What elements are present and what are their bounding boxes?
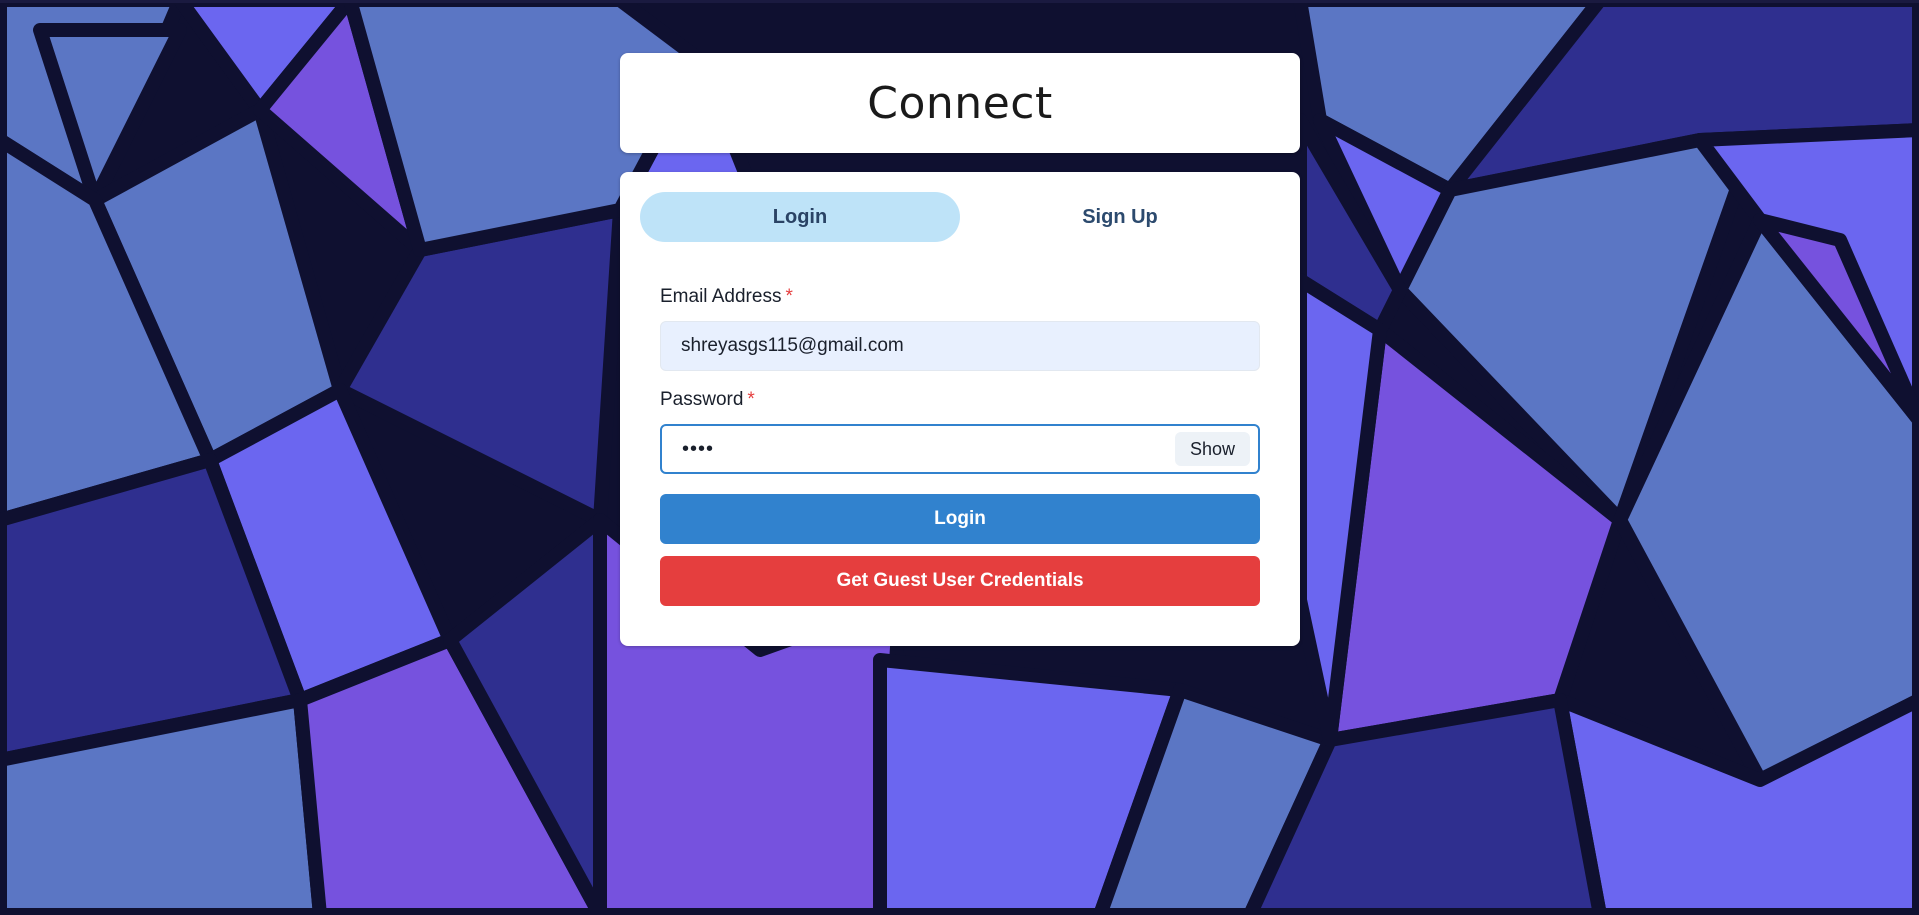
password-value: ••••	[682, 437, 715, 460]
email-label: Email Address *	[660, 286, 1260, 308]
email-label-text: Email Address	[660, 286, 782, 307]
password-label: Password *	[660, 389, 1260, 411]
auth-tabs: Login Sign Up	[640, 192, 1280, 242]
password-field[interactable]: •••• Show	[660, 424, 1260, 474]
required-marker: *	[747, 389, 755, 410]
guest-credentials-button[interactable]: Get Guest User Credentials	[660, 556, 1260, 606]
header-card: Connect	[620, 53, 1300, 153]
login-container: Connect Login Sign Up Email Address * shr…	[620, 53, 1300, 646]
auth-card: Login Sign Up Email Address * shreyasgs11…	[620, 172, 1300, 646]
tab-login[interactable]: Login	[640, 192, 960, 242]
required-marker: *	[785, 286, 793, 307]
tab-sign-up[interactable]: Sign Up	[960, 192, 1280, 242]
password-label-text: Password	[660, 389, 744, 410]
login-button[interactable]: Login	[660, 494, 1260, 544]
email-field[interactable]: shreyasgs115@gmail.com	[660, 321, 1260, 371]
app-title: Connect	[867, 77, 1053, 129]
show-password-button[interactable]: Show	[1174, 432, 1250, 466]
login-form: Email Address * shreyasgs115@gmail.com Pa…	[640, 286, 1280, 606]
email-value: shreyasgs115@gmail.com	[681, 335, 904, 356]
